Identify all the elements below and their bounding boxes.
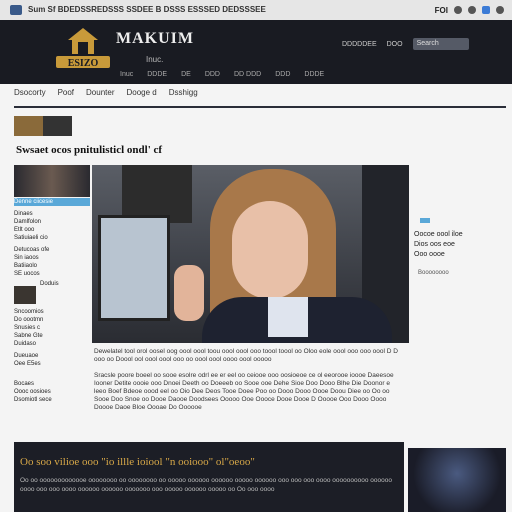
header-link[interactable]: DDDDDEE xyxy=(342,41,377,48)
article-headline: Swsaet ocos pnitulisticl ondl' cf xyxy=(16,144,163,156)
address-bar[interactable]: Sum Sf BDEDSSREDSSS SSDEE B DSSS ESSSED … xyxy=(28,3,266,17)
site-brand[interactable]: MAKUIM xyxy=(116,30,194,48)
section-nav: Dsocorty Poof Dounter Dooge d Dsshigg xyxy=(14,88,198,98)
divider xyxy=(14,106,506,108)
ad-thumbnail[interactable] xyxy=(14,116,72,136)
star-icon[interactable] xyxy=(454,6,462,14)
nav-item[interactable]: DDD xyxy=(275,71,290,78)
sidebar-thumbnail[interactable] xyxy=(14,165,90,197)
hero-image[interactable] xyxy=(92,165,409,343)
header-links: DDDDDEE DOO Search xyxy=(342,38,469,50)
promo-box[interactable]: Oo soo vilioe ooo "io illle ioiool "n oo… xyxy=(14,442,404,512)
sidebar-item[interactable]: Detucoas ofe Sin iaoos Batiiaolo SE uoco… xyxy=(14,246,90,278)
promo-body: Oo oo ooooooooooooe oooooooo oo oooooooo… xyxy=(20,477,392,493)
main-nav: Inuc DDDE DE DDD DD DDD DDD DDDE xyxy=(120,71,324,78)
svg-text:ESIZO: ESIZO xyxy=(68,58,99,69)
section-tab[interactable]: Dsocorty xyxy=(14,88,46,98)
section-tab[interactable]: Dounter xyxy=(86,88,114,98)
sidebar-item[interactable]: Sncoomios Do oootmn Snusies c Sabne Gte … xyxy=(14,308,90,348)
tag-icon xyxy=(420,218,430,223)
nav-item[interactable]: DDD xyxy=(205,71,220,78)
section-tab[interactable]: Poof xyxy=(58,88,74,98)
sidebar-item[interactable]: Dinaes Damlfolon Etlt ooo Satiuiaeli cio xyxy=(14,210,90,242)
article-paragraph: Dewelatel tool orol oosel oog oool oool … xyxy=(94,348,398,363)
sidebar-item[interactable]: Bocaes Oooc oosioes Dsomiotl sece xyxy=(14,380,90,404)
section-tab[interactable]: Dooge d xyxy=(127,88,157,98)
header-search-input[interactable]: Search xyxy=(412,38,469,50)
sidebar-item[interactable]: Dueuaoe Oee E5es xyxy=(14,352,90,368)
section-tab[interactable]: Dsshigg xyxy=(169,88,198,98)
nav-item[interactable]: DDDE xyxy=(147,71,167,78)
extension-icon[interactable] xyxy=(482,6,490,14)
menu-icon[interactable] xyxy=(496,6,504,14)
nav-item[interactable]: Inuc xyxy=(120,71,133,78)
promo-thumbnail[interactable] xyxy=(408,448,506,512)
header-link[interactable]: DOO xyxy=(387,41,403,48)
browser-right-label[interactable]: FOI xyxy=(435,6,448,15)
related-story[interactable]: Oocoe oool iloe Dios oos eoe Ooo oooe xyxy=(414,230,504,260)
page-icon xyxy=(10,5,22,15)
monitor-graphic xyxy=(98,215,170,321)
sidebar-thumbnail-small[interactable] xyxy=(14,286,36,304)
promo-title: Oo soo vilioe ooo "io illle ioiool "n oo… xyxy=(20,456,255,468)
browser-bar: Sum Sf BDEDSSREDSSS SSDEE B DSSS ESSSED … xyxy=(0,0,512,21)
nav-item[interactable]: DE xyxy=(181,71,191,78)
nav-item[interactable]: DD DDD xyxy=(234,71,261,78)
browser-controls: FOI xyxy=(435,3,504,17)
sidebar-highlight[interactable]: Denne ciicesie xyxy=(14,198,90,206)
nav-item[interactable]: DDDE xyxy=(304,71,324,78)
related-date: Boooooooo xyxy=(418,270,449,276)
site-tagline: Inuc. xyxy=(146,55,164,64)
sidebar-item[interactable]: Doduis xyxy=(40,280,90,288)
site-logo[interactable]: ESIZO xyxy=(52,26,114,72)
article-paragraph: Sracsle poore boeel oo sooe esolre odrl … xyxy=(94,372,394,411)
settings-icon[interactable] xyxy=(468,6,476,14)
